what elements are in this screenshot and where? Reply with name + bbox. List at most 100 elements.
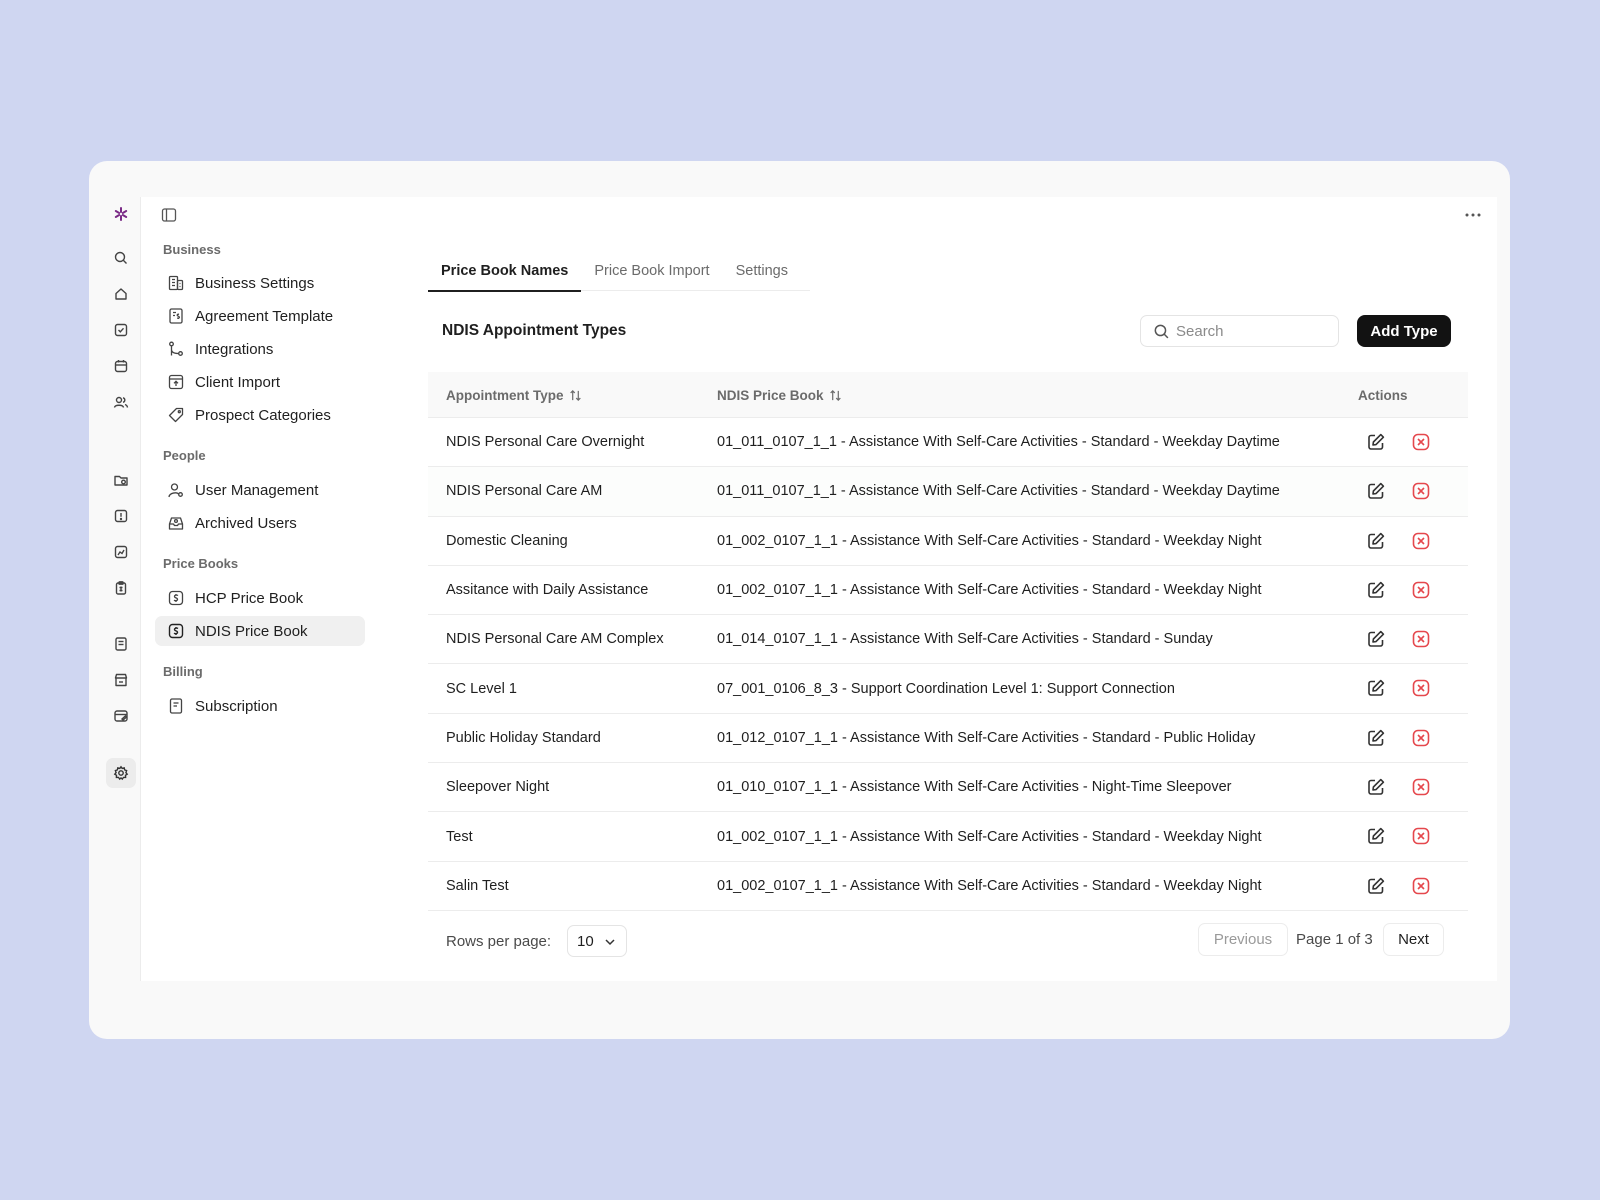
price-book-cell: 01_002_0107_1_1 - Assistance With Self-C…: [717, 828, 1262, 845]
alert-icon[interactable]: [106, 501, 136, 531]
edit-icon[interactable]: [1366, 531, 1386, 551]
appointment-type-cell: SC Level 1: [446, 680, 517, 697]
table-row: Assitance with Daily Assistance 01_002_01…: [428, 566, 1468, 616]
sidebar-item-label: User Management: [195, 481, 319, 499]
settings-icon[interactable]: [106, 758, 136, 788]
sidebar-item-user-management[interactable]: User Management: [155, 475, 365, 505]
clipboard-icon[interactable]: [106, 573, 136, 603]
billing-icon[interactable]: [106, 701, 136, 731]
table-row: Test 01_002_0107_1_1 - Assistance With Se…: [428, 812, 1468, 862]
receipt-icon: [169, 698, 183, 714]
reports-icon[interactable]: [106, 537, 136, 567]
table-row: Public Holiday Standard 01_012_0107_1_1 -…: [428, 714, 1468, 764]
sidebar-item-prospect-categories[interactable]: Prospect Categories: [155, 400, 365, 430]
sidebar-item-label: Subscription: [195, 697, 278, 715]
search-icon[interactable]: [106, 243, 136, 273]
delete-icon[interactable]: [1411, 777, 1431, 797]
store-icon[interactable]: [106, 665, 136, 695]
tab-settings[interactable]: Settings: [723, 251, 801, 291]
column-header-actions: Actions: [1358, 372, 1408, 418]
building-icon: [168, 275, 184, 291]
next-page-button[interactable]: Next: [1383, 923, 1444, 956]
sort-icon: [569, 389, 581, 401]
sidebar-item-integrations[interactable]: Integrations: [155, 334, 365, 364]
tab-price-book-import[interactable]: Price Book Import: [581, 251, 722, 291]
edit-icon[interactable]: [1366, 826, 1386, 846]
edit-icon[interactable]: [1366, 629, 1386, 649]
delete-icon[interactable]: [1411, 728, 1431, 748]
appointment-types-table: Appointment Type NDIS Price Book Actions…: [428, 372, 1468, 911]
delete-icon[interactable]: [1411, 481, 1431, 501]
content-surface: Business Business Settings Agreement Tem…: [141, 197, 1497, 981]
delete-icon[interactable]: [1411, 678, 1431, 698]
rows-per-page-select[interactable]: 10: [567, 925, 627, 957]
sidebar-item-hcp-price-book[interactable]: HCP Price Book: [155, 583, 365, 613]
search-box[interactable]: [1140, 315, 1339, 347]
sidebar-item-business-settings[interactable]: Business Settings: [155, 268, 365, 298]
chevron-down-icon: [605, 939, 615, 946]
folder-icon[interactable]: [106, 465, 136, 495]
page-indicator: Page 1 of 3: [1296, 931, 1373, 948]
sidebar-toggle-icon[interactable]: [159, 205, 179, 225]
sidebar-item-label: Business Settings: [195, 274, 315, 292]
dollar-square-icon: [168, 623, 184, 639]
appointment-type-cell: Test: [446, 828, 473, 845]
sidebar-item-label: NDIS Price Book: [195, 622, 308, 640]
edit-icon[interactable]: [1366, 728, 1386, 748]
appointment-type-cell: NDIS Personal Care AM: [446, 483, 603, 500]
archive-inbox-icon: [168, 517, 184, 530]
table-row: NDIS Personal Care AM Complex 01_014_0107…: [428, 615, 1468, 665]
edit-icon[interactable]: [1366, 678, 1386, 698]
sidebar-item-client-import[interactable]: Client Import: [155, 367, 365, 397]
edit-icon[interactable]: [1366, 432, 1386, 452]
table-row: SC Level 1 07_001_0106_8_3 - Support Coor…: [428, 664, 1468, 714]
sidebar-item-label: HCP Price Book: [195, 589, 304, 607]
delete-icon[interactable]: [1411, 876, 1431, 896]
dollar-square-icon: [168, 590, 184, 606]
sidebar-item-subscription[interactable]: Subscription: [155, 691, 365, 721]
price-book-cell: 01_010_0107_1_1 - Assistance With Self-C…: [717, 779, 1232, 796]
edit-icon[interactable]: [1366, 580, 1386, 600]
column-header-ndis-price-book[interactable]: NDIS Price Book: [717, 372, 842, 418]
delete-icon[interactable]: [1411, 580, 1431, 600]
sidebar-item-archived-users[interactable]: Archived Users: [155, 508, 365, 538]
search-input[interactable]: [1176, 322, 1326, 340]
app-shell: Business Business Settings Agreement Tem…: [103, 197, 1497, 981]
rows-per-page-label: Rows per page:: [446, 932, 552, 950]
app-window: Business Business Settings Agreement Tem…: [89, 161, 1510, 1039]
calendar-icon[interactable]: [106, 351, 136, 381]
users-icon[interactable]: [106, 387, 136, 417]
price-book-cell: 01_011_0107_1_1 - Assistance With Self-C…: [717, 434, 1280, 451]
table-header: Appointment Type NDIS Price Book Actions: [428, 372, 1468, 418]
sidebar-section-price-books: Price Books: [163, 556, 239, 571]
edit-icon[interactable]: [1366, 876, 1386, 896]
delete-icon[interactable]: [1411, 826, 1431, 846]
delete-icon[interactable]: [1411, 432, 1431, 452]
table-row: NDIS Personal Care AM 01_011_0107_1_1 - A…: [428, 467, 1468, 517]
appointment-type-cell: Salin Test: [446, 877, 509, 894]
edit-icon[interactable]: [1366, 777, 1386, 797]
edit-icon[interactable]: [1366, 481, 1386, 501]
home-icon[interactable]: [106, 279, 136, 309]
icon-rail: [103, 197, 141, 981]
upload-box-icon: [168, 374, 184, 390]
delete-icon[interactable]: [1411, 531, 1431, 551]
table-body: NDIS Personal Care Overnight 01_011_0107_…: [428, 418, 1468, 911]
appointment-type-cell: NDIS Personal Care AM Complex: [446, 631, 664, 648]
tasks-icon[interactable]: [106, 315, 136, 345]
search-icon: [1154, 324, 1169, 338]
sidebar-item-ndis-price-book[interactable]: NDIS Price Book: [155, 616, 365, 646]
price-book-cell: 01_002_0107_1_1 - Assistance With Self-C…: [717, 582, 1262, 599]
tab-price-book-names[interactable]: Price Book Names: [428, 251, 582, 292]
user-cog-icon: [168, 483, 183, 498]
previous-page-button[interactable]: Previous: [1198, 923, 1288, 956]
delete-icon[interactable]: [1411, 629, 1431, 649]
sidebar-item-agreement-template[interactable]: Agreement Template: [155, 301, 365, 331]
column-header-appointment-type[interactable]: Appointment Type: [446, 372, 582, 418]
pagination-bar: Rows per page: 10 Previous Page 1 of 3 N…: [428, 923, 1468, 959]
price-book-cell: 01_002_0107_1_1 - Assistance With Self-C…: [717, 532, 1262, 549]
logo-icon[interactable]: [106, 199, 136, 229]
invoice-icon[interactable]: [106, 629, 136, 659]
add-type-button[interactable]: Add Type: [1357, 315, 1451, 347]
git-merge-icon: [169, 341, 183, 356]
